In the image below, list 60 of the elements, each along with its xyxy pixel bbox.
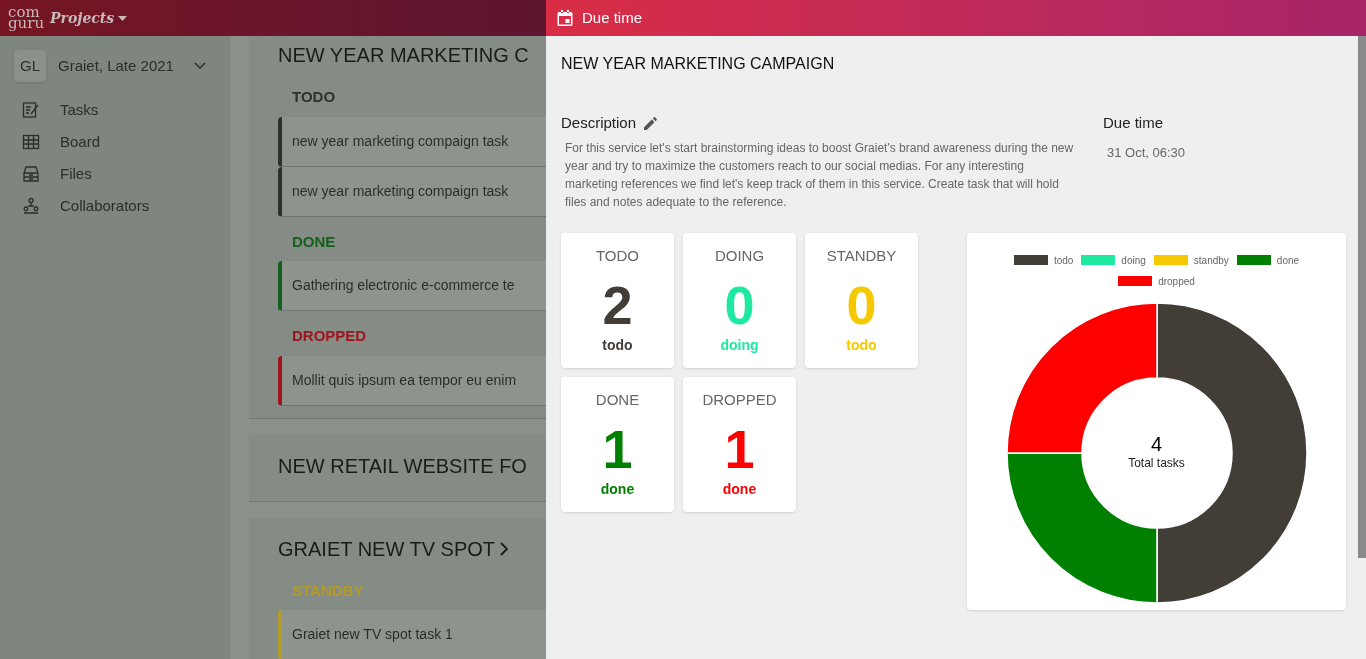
task-card[interactable]: new year marketing compaign task — [278, 166, 546, 217]
stat-count: 1 — [602, 419, 633, 479]
pencil-icon[interactable] — [644, 116, 658, 130]
task-card[interactable]: Graiet new TV spot task 1 — [278, 610, 546, 659]
chevron-down-icon — [193, 62, 206, 70]
logo-text: com — [8, 7, 40, 18]
project-title[interactable]: GRAIET NEW TV SPOT — [278, 533, 496, 564]
stat-caption: done — [600, 480, 635, 499]
grid-icon — [22, 133, 40, 151]
status-heading: DONE — [292, 231, 337, 252]
status-heading: STANDBY — [292, 580, 365, 601]
stat-count: 0 — [724, 275, 755, 335]
due-date: 31 Oct, 06:30 — [1107, 143, 1186, 162]
product-dropdown[interactable]: Projects — [50, 7, 128, 29]
workspace-name: Graiet, Late 2021 — [58, 55, 174, 76]
task-card[interactable]: Gathering electronic e-commerce te — [278, 261, 546, 311]
edit-list-icon — [22, 101, 40, 119]
stat-count: 0 — [846, 275, 877, 335]
stat-count: 2 — [602, 275, 633, 335]
chevron-right-icon — [499, 540, 510, 557]
campaign-title: NEW YEAR MARKETING CAMPAIGN — [561, 54, 836, 74]
status-heading: DROPPED — [292, 326, 368, 346]
legend-label: done — [1276, 253, 1300, 268]
sidebar-item[interactable]: Board — [14, 126, 230, 158]
stat-title: TODO — [595, 245, 640, 266]
legend-label: doing — [1121, 253, 1146, 268]
caret-icon — [118, 15, 128, 21]
stat-title: DOING — [714, 245, 765, 266]
logo-text: guru — [8, 18, 45, 29]
people-network-icon — [22, 197, 40, 215]
stat-caption: doing — [720, 336, 759, 355]
project-title[interactable]: NEW YEAR MARKETING C — [278, 40, 529, 70]
sidebar-item[interactable]: Collaborators — [14, 190, 230, 222]
stat-caption: todo — [602, 336, 633, 355]
status-heading: TODO — [292, 87, 337, 107]
stat-title: DROPPED — [702, 389, 777, 410]
stat-count: 1 — [724, 419, 755, 479]
drawer-title: Due time — [582, 7, 643, 28]
legend-label: todo — [1053, 253, 1074, 268]
sidebar-item[interactable]: Tasks — [14, 94, 230, 126]
scrollbar-thumb[interactable] — [1358, 36, 1366, 558]
stat-title: STANDBY — [826, 245, 897, 266]
stat-caption: todo — [846, 336, 877, 355]
cabinet-icon — [22, 165, 40, 183]
stat-caption: done — [722, 480, 757, 499]
legend-label: dropped — [1158, 274, 1195, 289]
section-label: Description — [561, 113, 637, 133]
task-card[interactable]: new year marketing compaign task — [278, 116, 546, 167]
stat-title: DONE — [595, 389, 640, 410]
total-label: Total tasks — [1128, 454, 1185, 472]
legend-label: standby — [1193, 253, 1229, 268]
workspace-selector[interactable]: GL Graiet, Late 2021 — [14, 50, 230, 82]
section-label: Due time — [1103, 113, 1165, 133]
workspace-avatar: GL — [14, 50, 46, 82]
description-text: For this service let's start brainstorming ideas to boost Graiet's brand awareness during the new year and try to maximize the customers reach to our social medias. For any interesting marketing references we find let's keep track of them in this service. Create task that will hold files and notes adequate to the reference. — [565, 139, 1075, 211]
sidebar-item[interactable]: Files — [14, 158, 230, 190]
calendar-icon — [556, 9, 574, 27]
total-count: 4 — [1150, 433, 1163, 454]
project-title[interactable]: NEW RETAIL WEBSITE FO — [278, 450, 527, 481]
task-card[interactable]: Mollit quis ipsum ea tempor eu enim — [278, 355, 546, 406]
